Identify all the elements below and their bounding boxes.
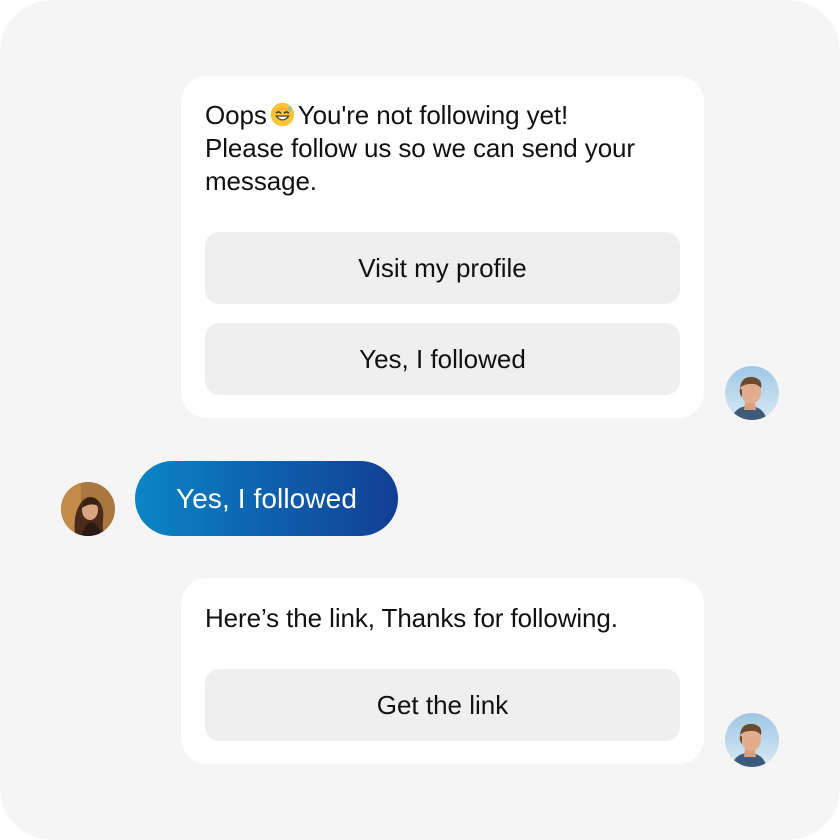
user-reply-bubble: Yes, I followed	[135, 461, 398, 536]
visit-profile-button[interactable]: Visit my profile	[205, 232, 680, 304]
man-avatar-icon	[725, 713, 779, 767]
grinning-sweat-emoji-icon	[270, 102, 294, 127]
bot-message-card: Here’s the link, Thanks for following. G…	[181, 578, 704, 764]
yes-followed-button[interactable]: Yes, I followed	[205, 323, 680, 395]
chat-canvas: Oops You're not following yet! Please fo…	[0, 0, 840, 840]
bot-avatar	[725, 366, 779, 420]
woman-avatar-icon	[61, 482, 115, 536]
man-avatar-icon	[725, 366, 779, 420]
bot-message-text-start: Oops	[205, 100, 267, 130]
user-avatar	[61, 482, 115, 536]
bot-message-text: Oops You're not following yet! Please fo…	[205, 99, 675, 198]
bot-avatar	[725, 713, 779, 767]
bot-message-text: Here’s the link, Thanks for following.	[205, 603, 618, 633]
get-link-button[interactable]: Get the link	[205, 669, 680, 741]
bot-message-card: Oops You're not following yet! Please fo…	[181, 76, 704, 418]
